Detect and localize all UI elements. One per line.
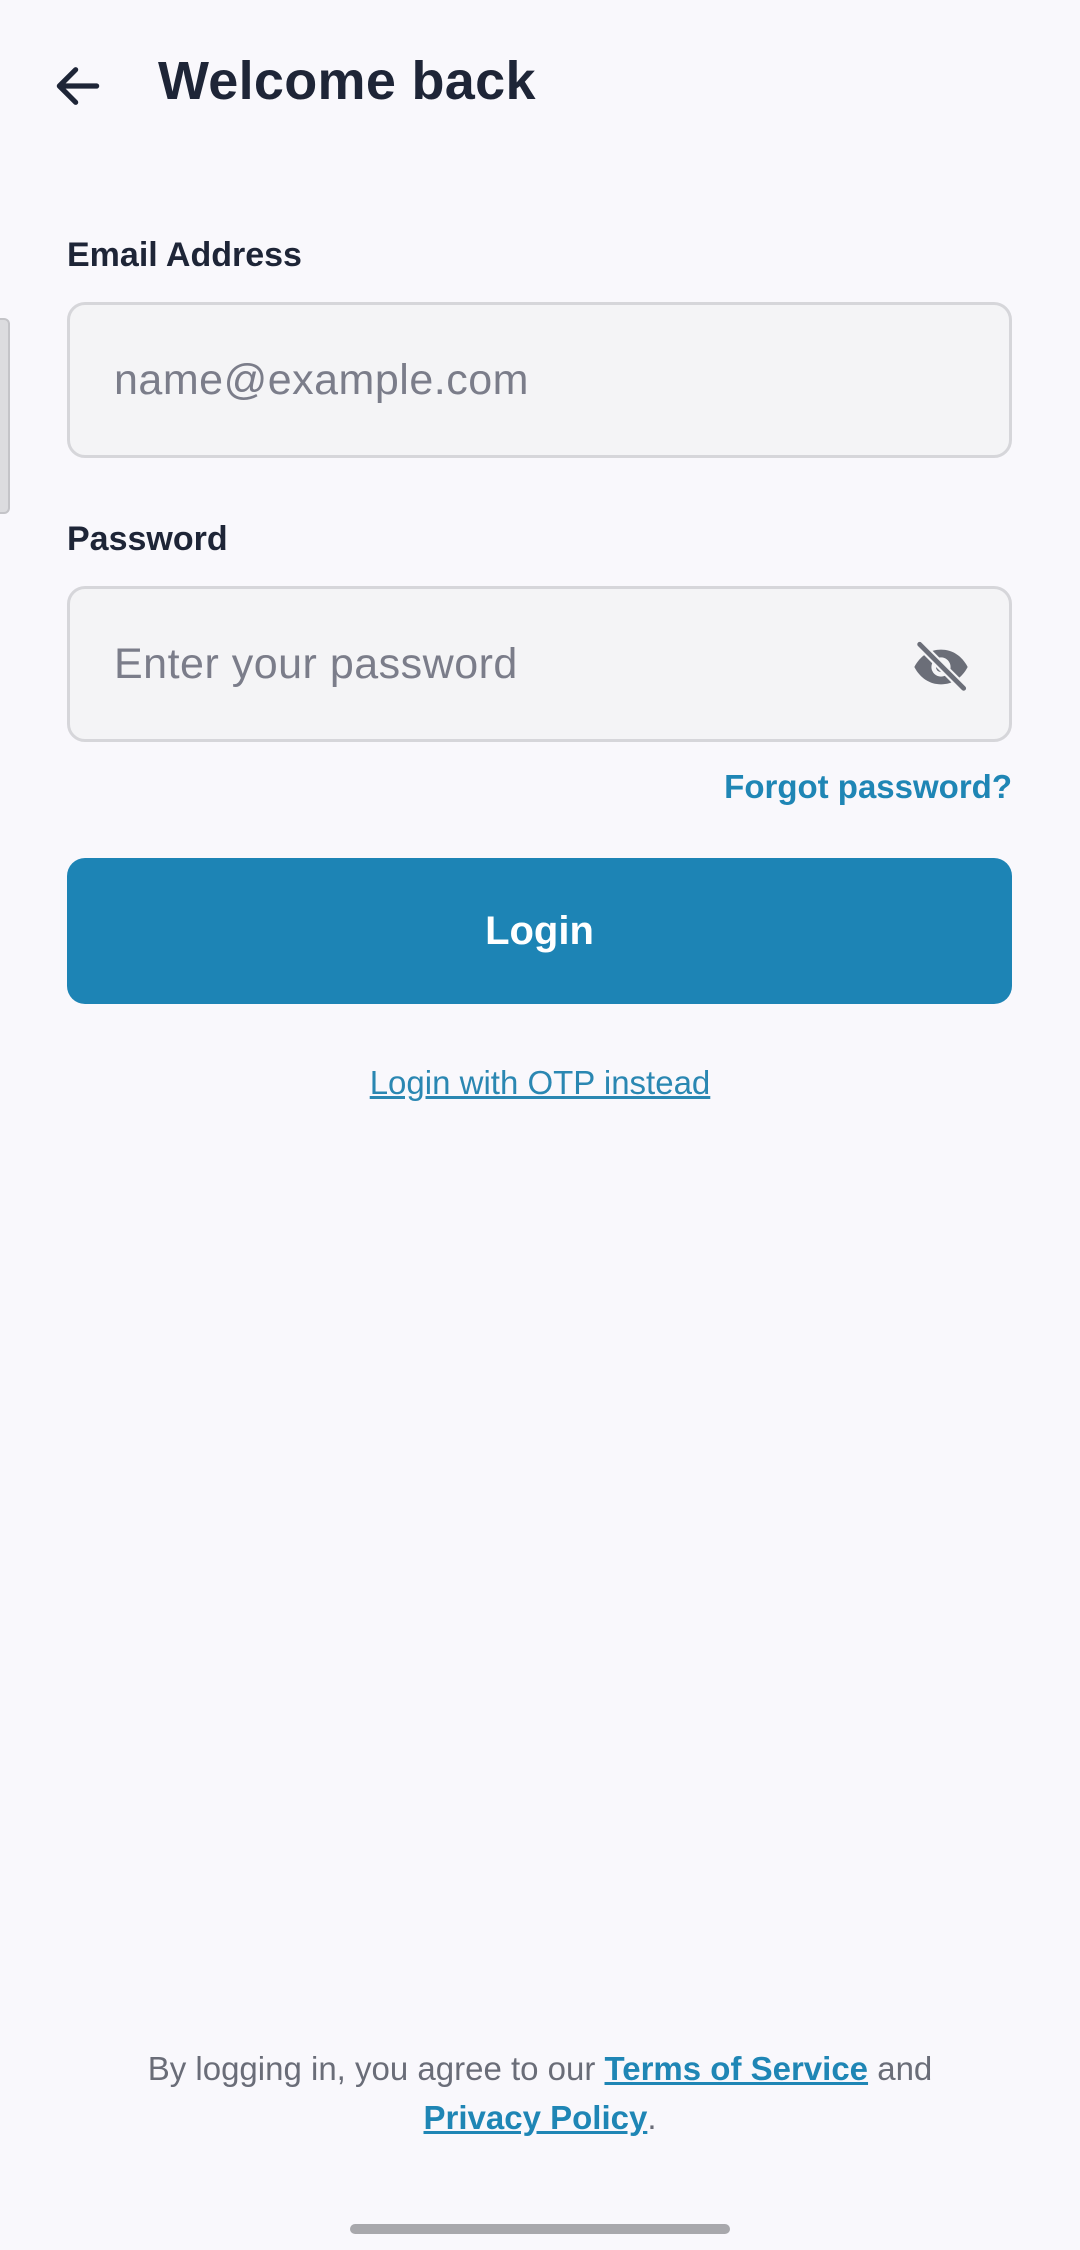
legal-prefix: By logging in, you agree to our: [147, 2050, 605, 2087]
email-field[interactable]: [114, 355, 894, 405]
terms-of-service-link[interactable]: Terms of Service: [605, 2050, 869, 2087]
legal-suffix: .: [647, 2099, 657, 2136]
page-title: Welcome back: [158, 51, 536, 111]
eye-off-icon: [914, 639, 969, 693]
toggle-password-visibility-button[interactable]: [903, 629, 979, 705]
legal-notice: By logging in, you agree to our Terms of…: [60, 2044, 1020, 2142]
arrow-left-icon: [56, 67, 100, 105]
edge-panel-handle[interactable]: [0, 318, 10, 514]
forgot-password-link[interactable]: Forgot password?: [724, 768, 1012, 806]
login-screen: Welcome back Email Address Password Forg…: [0, 0, 1080, 2250]
email-field-container[interactable]: [67, 302, 1012, 458]
back-button[interactable]: [40, 48, 116, 124]
privacy-policy-link[interactable]: Privacy Policy: [424, 2099, 648, 2136]
password-field-container[interactable]: [67, 586, 1012, 742]
password-field[interactable]: [114, 639, 894, 689]
home-indicator[interactable]: [350, 2224, 730, 2234]
app-bar: Welcome back: [0, 0, 1080, 170]
login-button[interactable]: Login: [67, 858, 1012, 1004]
login-with-otp-link[interactable]: Login with OTP instead: [0, 1064, 1080, 1102]
legal-middle: and: [868, 2050, 933, 2087]
password-label: Password: [67, 520, 228, 558]
email-label: Email Address: [67, 236, 302, 274]
